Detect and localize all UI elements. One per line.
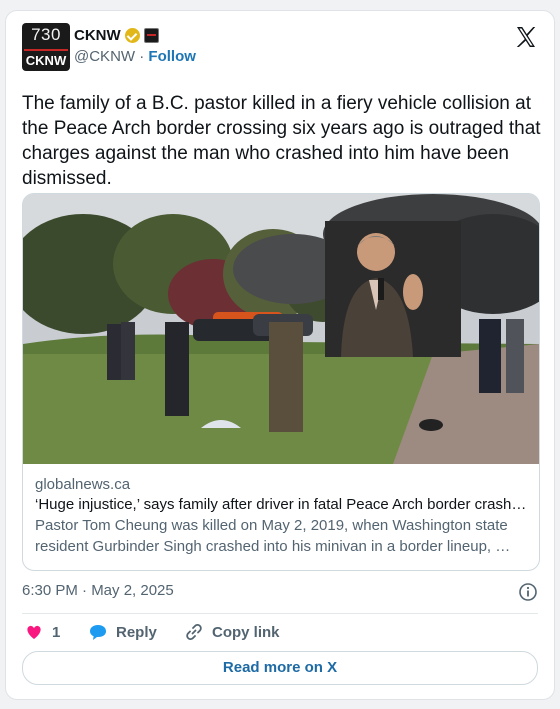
affiliate-badge-icon[interactable] (143, 28, 159, 43)
speech-bubble-icon (90, 625, 106, 640)
tweet-header: 730 CKNW CKNW @CKNW · Follow (22, 23, 538, 73)
link-icon (186, 624, 202, 640)
link-title[interactable]: ‘Huge injustice,’ says family after driv… (35, 496, 527, 513)
like-button[interactable]: 1 (24, 622, 60, 642)
display-name[interactable]: CKNW (74, 27, 121, 44)
name-line: CKNW (74, 27, 159, 44)
avatar-name: CKNW (25, 53, 67, 68)
copy-link-label: Copy link (212, 623, 280, 641)
link-preview-card[interactable]: globalnews.ca ‘Huge injustice,’ says fam… (22, 193, 540, 571)
heart-icon (27, 625, 41, 639)
x-logo-icon[interactable] (514, 25, 538, 49)
handle[interactable]: @CKNW (74, 48, 135, 65)
divider (22, 613, 538, 614)
link-meta: globalnews.ca ‘Huge injustice,’ says fam… (35, 476, 527, 557)
separator: · (139, 48, 145, 65)
like-count: 1 (52, 623, 61, 641)
avatar-number: 730 (31, 25, 61, 44)
read-more-button[interactable]: Read more on X (22, 651, 538, 685)
tweet-card: 730 CKNW CKNW @CKNW · Follow The family … (5, 10, 555, 700)
copy-link-button[interactable]: Copy link (184, 622, 280, 642)
handle-line: @CKNW · Follow (74, 48, 196, 65)
verified-badge-icon (124, 28, 140, 43)
reply-button[interactable]: Reply (88, 622, 157, 642)
link-description: Pastor Tom Cheung was killed on May 2, 2… (35, 517, 511, 555)
article-thumbnail[interactable] (23, 194, 539, 464)
tweet-meta: 6:30 PM · May 2, 2025 (22, 582, 538, 604)
tweet-text: The family of a B.C. pastor killed in a … (22, 93, 541, 189)
info-icon[interactable] (518, 582, 538, 602)
follow-button[interactable]: Follow (148, 48, 196, 65)
action-bar: 1 Reply Copy link (22, 622, 538, 650)
reply-label: Reply (116, 623, 157, 641)
timestamp[interactable]: 6:30 PM · May 2, 2025 (22, 582, 174, 599)
avatar[interactable]: 730 CKNW (22, 23, 70, 71)
avatar-divider (24, 49, 68, 51)
link-domain: globalnews.ca (35, 476, 131, 493)
